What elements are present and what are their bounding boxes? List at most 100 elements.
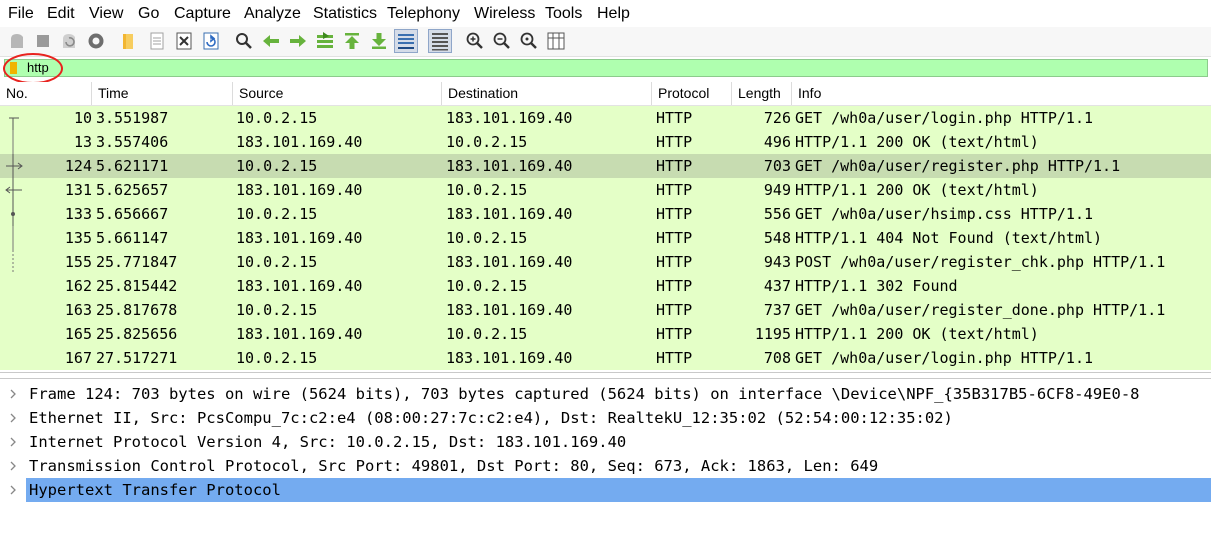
zoom-in-icon[interactable] xyxy=(464,30,486,52)
auto-scroll-icon[interactable] xyxy=(394,29,418,53)
menu-view[interactable]: View xyxy=(89,4,123,23)
cell-len: 703 xyxy=(763,157,791,175)
column-header-time[interactable]: Time xyxy=(92,82,233,105)
cell-no: 10 xyxy=(73,109,92,127)
detail-text: Frame 124: 703 bytes on wire (5624 bits)… xyxy=(29,385,1140,403)
column-header-length[interactable]: Length xyxy=(732,82,792,105)
cell-src: 183.101.169.40 xyxy=(236,133,363,151)
menu-edit[interactable]: Edit xyxy=(47,4,75,23)
cell-proto: HTTP xyxy=(656,277,693,295)
column-header-no[interactable]: No. xyxy=(0,82,92,105)
cell-len: 1195 xyxy=(754,325,791,343)
packet-list-header: No. Time Source Destination Protocol Len… xyxy=(0,82,1211,106)
chevron-right-icon[interactable] xyxy=(7,388,19,400)
cell-dst: 10.0.2.15 xyxy=(446,133,528,151)
column-header-destination[interactable]: Destination xyxy=(442,82,652,105)
detail-text: Transmission Control Protocol, Src Port:… xyxy=(29,457,879,475)
cell-info: HTTP/1.1 200 OK (text/html) xyxy=(795,133,1039,151)
column-header-info[interactable]: Info xyxy=(792,82,1211,105)
go-back-icon[interactable] xyxy=(260,30,282,52)
normal-size-icon[interactable] xyxy=(518,30,540,52)
cell-no: 131 xyxy=(64,181,92,199)
display-filter-bar: http xyxy=(0,57,1211,81)
table-row[interactable]: 13 3.557406 183.101.169.40 10.0.2.15 HTTP 496… xyxy=(0,130,1211,154)
cell-proto: HTTP xyxy=(656,325,693,343)
zoom-out-icon[interactable] xyxy=(491,30,513,52)
chevron-right-icon[interactable] xyxy=(7,460,19,472)
table-row[interactable]: 135 5.661147 183.101.169.40 10.0.2.15 HTTP 54… xyxy=(0,226,1211,250)
cell-len: 556 xyxy=(763,205,791,223)
cell-no: 135 xyxy=(64,229,92,247)
column-header-protocol[interactable]: Protocol xyxy=(652,82,732,105)
cell-info: GET /wh0a/user/login.php HTTP/1.1 xyxy=(795,109,1094,127)
open-file-icon[interactable] xyxy=(118,30,140,52)
menu-telephony[interactable]: Telephony xyxy=(387,4,460,23)
display-filter-input[interactable]: http xyxy=(4,59,1208,77)
table-row[interactable]: 124 5.621171 10.0.2.15 183.101.169.40 HTTP 70… xyxy=(0,154,1211,178)
cell-no: 124 xyxy=(64,157,92,175)
table-row[interactable]: 167 27.517271 10.0.2.15 183.101.169.40 HTTP 7… xyxy=(0,346,1211,370)
resize-columns-icon[interactable] xyxy=(545,30,567,52)
cell-info: HTTP/1.1 200 OK (text/html) xyxy=(795,325,1039,343)
cell-src: 10.0.2.15 xyxy=(236,349,318,367)
detail-row-ethernet[interactable]: Ethernet II, Src: PcsCompu_7c:c2:e4 (08:… xyxy=(0,406,1211,430)
menu-go[interactable]: Go xyxy=(138,4,159,23)
cell-info: GET /wh0a/user/register.php HTTP/1.1 xyxy=(795,157,1121,175)
packet-details: Frame 124: 703 bytes on wire (5624 bits)… xyxy=(0,378,1211,559)
cell-info: HTTP/1.1 302 Found xyxy=(795,277,958,295)
table-row[interactable]: 165 25.825656 183.101.169.40 10.0.2.15 HTTP 1… xyxy=(0,322,1211,346)
colorize-icon[interactable] xyxy=(428,29,452,53)
reload-file-icon[interactable] xyxy=(200,30,222,52)
red-annotation-circle xyxy=(3,53,63,84)
restart-capture-icon[interactable] xyxy=(58,30,80,52)
cell-len: 943 xyxy=(763,253,791,271)
cell-src: 10.0.2.15 xyxy=(236,109,318,127)
go-first-packet-icon[interactable] xyxy=(341,30,363,52)
cell-time: 25.771847 xyxy=(96,253,178,271)
menu-help[interactable]: Help xyxy=(597,4,630,23)
cell-proto: HTTP xyxy=(656,301,693,319)
cell-len: 708 xyxy=(763,349,791,367)
detail-row-tcp[interactable]: Transmission Control Protocol, Src Port:… xyxy=(0,454,1211,478)
table-row[interactable]: 162 25.815442 183.101.169.40 10.0.2.15 HTTP 4… xyxy=(0,274,1211,298)
chevron-right-icon[interactable] xyxy=(7,484,19,496)
menu-capture[interactable]: Capture xyxy=(174,4,231,23)
menu-tools[interactable]: Tools xyxy=(545,4,582,23)
stop-capture-icon[interactable] xyxy=(32,30,54,52)
table-row[interactable]: 155 25.771847 10.0.2.15 183.101.169.40 HTTP 9… xyxy=(0,250,1211,274)
menu-wireless[interactable]: Wireless xyxy=(474,4,535,23)
table-row[interactable]: 133 5.656667 10.0.2.15 183.101.169.40 HTTP 55… xyxy=(0,202,1211,226)
menu-statistics[interactable]: Statistics xyxy=(313,4,377,23)
cell-src: 10.0.2.15 xyxy=(236,301,318,319)
cell-no: 163 xyxy=(64,301,92,319)
capture-options-icon[interactable] xyxy=(85,30,107,52)
cell-src: 10.0.2.15 xyxy=(236,253,318,271)
detail-row-frame[interactable]: Frame 124: 703 bytes on wire (5624 bits)… xyxy=(0,382,1211,406)
column-header-source[interactable]: Source xyxy=(233,82,442,105)
table-row[interactable]: 163 25.817678 10.0.2.15 183.101.169.40 HTTP 7… xyxy=(0,298,1211,322)
cell-info: HTTP/1.1 200 OK (text/html) xyxy=(795,181,1039,199)
cell-info: GET /wh0a/user/login.php HTTP/1.1 xyxy=(795,349,1094,367)
cell-dst: 183.101.169.40 xyxy=(446,205,573,223)
cell-time: 5.661147 xyxy=(96,229,169,247)
find-packet-icon[interactable] xyxy=(233,30,255,52)
menu-analyze[interactable]: Analyze xyxy=(244,4,301,23)
cell-time: 25.817678 xyxy=(96,301,178,319)
save-file-icon[interactable] xyxy=(146,30,168,52)
detail-row-http[interactable]: Hypertext Transfer Protocol xyxy=(0,478,1211,502)
cell-no: 133 xyxy=(64,205,92,223)
menu-file[interactable]: File xyxy=(8,4,34,23)
chevron-right-icon[interactable] xyxy=(7,436,19,448)
table-row[interactable]: 131 5.625657 183.101.169.40 10.0.2.15 HTTP 94… xyxy=(0,178,1211,202)
detail-row-ipv4[interactable]: Internet Protocol Version 4, Src: 10.0.2… xyxy=(0,430,1211,454)
start-capture-icon[interactable] xyxy=(6,30,28,52)
close-file-icon[interactable] xyxy=(173,30,195,52)
cell-dst: 183.101.169.40 xyxy=(446,109,573,127)
go-to-packet-icon[interactable] xyxy=(314,30,336,52)
go-forward-icon[interactable] xyxy=(287,30,309,52)
go-last-packet-icon[interactable] xyxy=(368,30,390,52)
chevron-right-icon[interactable] xyxy=(7,412,19,424)
cell-proto: HTTP xyxy=(656,253,693,271)
table-row[interactable]: 10 3.551987 10.0.2.15 183.101.169.40 HTTP 726… xyxy=(0,106,1211,130)
cell-len: 437 xyxy=(763,277,791,295)
